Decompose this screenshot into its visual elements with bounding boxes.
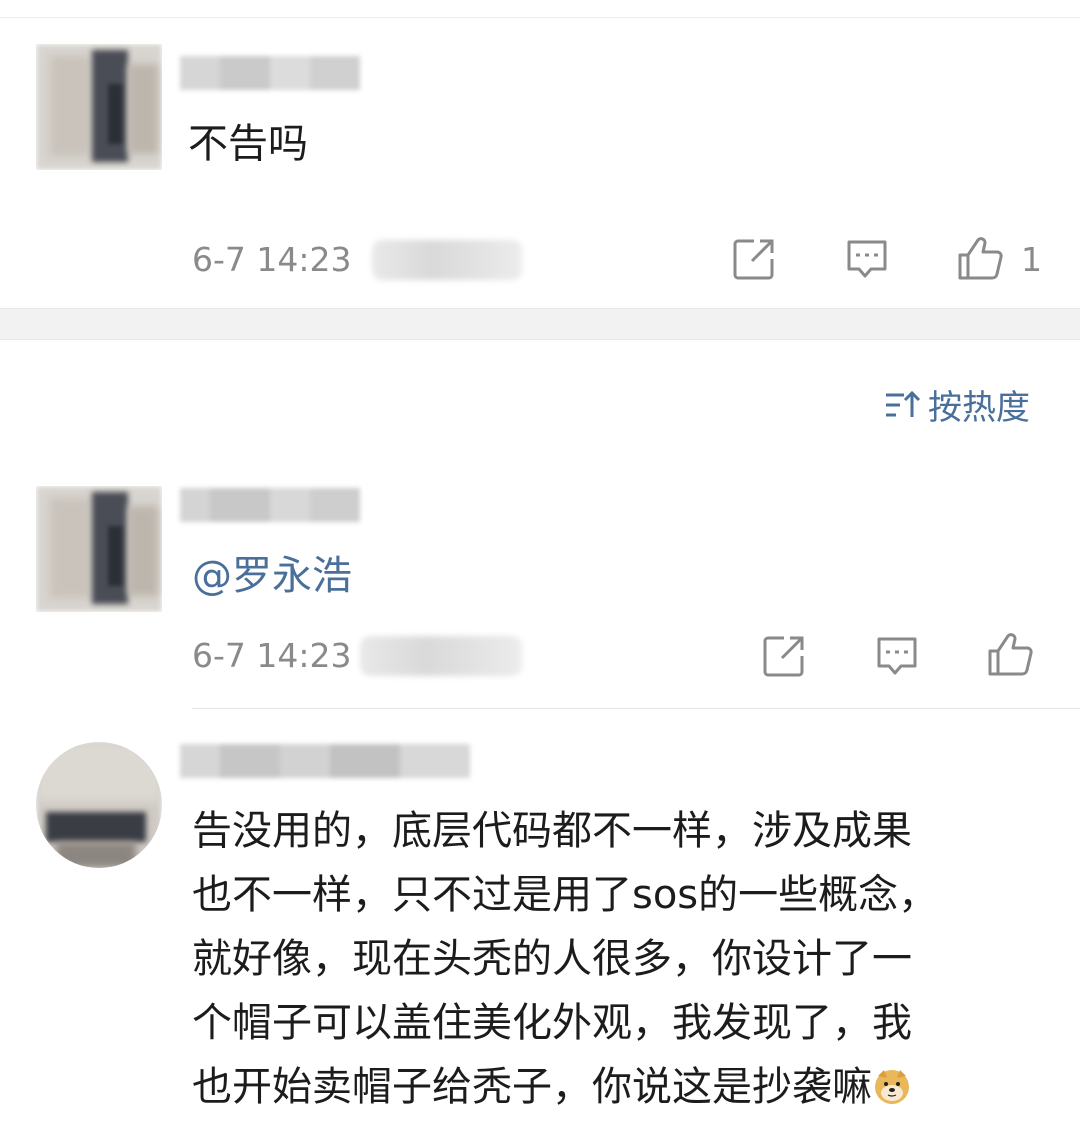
share-button[interactable] (762, 634, 806, 678)
share-button[interactable] (732, 237, 776, 281)
avatar[interactable] (36, 44, 162, 170)
sort-icon (886, 390, 921, 417)
comment-line: 个帽子可以盖住美化外观，我发现了，我 (192, 1000, 912, 1046)
sort-button[interactable]: 按热度 (884, 380, 1030, 429)
avatar[interactable] (36, 486, 162, 612)
like-button[interactable] (986, 630, 1034, 678)
reply-button[interactable] (875, 634, 919, 678)
comment-line: 也不一样，只不过是用了sos的一些概念， (192, 872, 939, 918)
username[interactable] (180, 744, 470, 778)
ip-location (360, 636, 522, 676)
doge-emoji (875, 1070, 909, 1104)
comment-date: 6-7 14:23 (192, 240, 352, 279)
section-divider (0, 308, 1080, 340)
like-count: 1 (1021, 240, 1042, 279)
like-button[interactable] (956, 234, 1004, 282)
comment-divider (192, 708, 1080, 709)
reply-button[interactable] (845, 237, 889, 281)
comment-line: 告没用的，底层代码都不一样，涉及成果 (192, 808, 912, 854)
comment-date: 6-7 14:23 (192, 636, 352, 675)
top-divider (0, 17, 1080, 18)
ip-location (372, 240, 522, 280)
username[interactable] (180, 488, 360, 522)
comment-icon (847, 240, 887, 278)
thumbs-up-icon (958, 237, 1003, 280)
comment-text: 不告吗 (188, 121, 308, 167)
avatar[interactable] (36, 742, 162, 868)
comment-mention[interactable]: @罗永浩 (192, 545, 352, 607)
comment-line: 就好像，现在头秃的人很多，你设计了一 (192, 936, 912, 982)
sort-label: 按热度 (928, 388, 1030, 428)
username[interactable] (180, 56, 360, 90)
comment-line-last: 也开始卖帽子给秃子，你说这是抄袭嘛 (192, 1056, 912, 1118)
share-icon (763, 636, 804, 677)
thumbs-up-icon (988, 633, 1033, 676)
comment-icon (877, 637, 917, 675)
comment-line: 也开始卖帽子给秃子，你说这是抄袭嘛 (192, 1064, 872, 1110)
share-icon (733, 239, 774, 280)
